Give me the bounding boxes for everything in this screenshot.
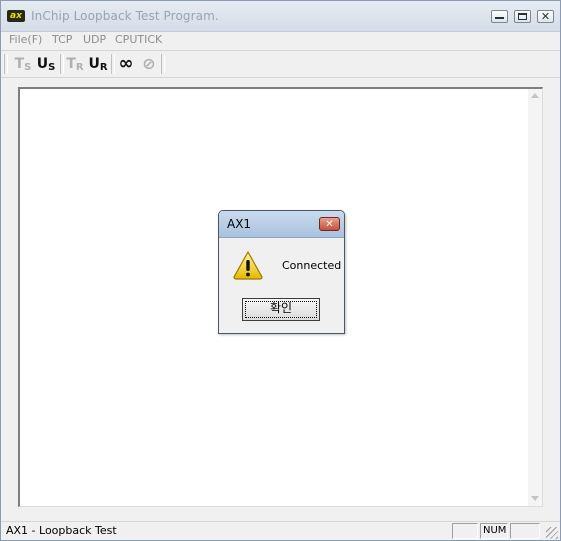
status-pane-num: NUM: [480, 523, 508, 539]
resize-grip[interactable]: [546, 527, 558, 539]
maximize-icon: [518, 13, 527, 20]
menu-bar: File(F) TCP UDP CPUTICK: [1, 32, 560, 50]
udp-server-icon: US: [36, 56, 56, 73]
close-icon: ✕: [540, 10, 551, 23]
tcp-receive-icon: TR: [66, 56, 84, 73]
loop-button[interactable]: ∞: [115, 53, 137, 75]
dialog-close-button[interactable]: ✕: [319, 217, 340, 231]
close-button[interactable]: ✕: [537, 10, 554, 23]
maximize-button[interactable]: [514, 10, 531, 23]
warning-icon: [233, 251, 263, 280]
udp-server-button[interactable]: US: [35, 53, 57, 75]
tcp-server-button[interactable]: TS: [12, 53, 34, 75]
tcp-server-icon: TS: [14, 56, 32, 73]
loop-icon: ∞: [118, 53, 134, 74]
scroll-down-icon[interactable]: [531, 496, 539, 501]
stop-button[interactable]: ⊘: [138, 53, 160, 75]
toolbar: TS US TR UR ∞ ⊘: [1, 50, 560, 78]
close-icon: ✕: [325, 219, 334, 230]
app-logo-icon: ax: [7, 10, 25, 22]
udp-receive-icon: UR: [88, 56, 108, 73]
toolbar-separator: [161, 54, 165, 74]
status-text: AX1 - Loopback Test: [6, 524, 117, 537]
tcp-receive-button[interactable]: TR: [64, 53, 86, 75]
minimize-icon: [495, 12, 504, 19]
message-dialog: AX1 ✕ Connected 확인: [218, 210, 345, 334]
menu-file[interactable]: File(F): [9, 33, 42, 46]
status-bar: AX1 - Loopback Test NUM: [1, 521, 560, 540]
scroll-up-icon[interactable]: [531, 93, 539, 98]
minimize-button[interactable]: [491, 10, 508, 23]
status-pane-cap: [452, 523, 478, 539]
menu-udp[interactable]: UDP: [83, 33, 106, 46]
menu-tcp[interactable]: TCP: [52, 33, 72, 46]
window-title: InChip Loopback Test Program.: [31, 9, 219, 23]
dialog-title: AX1: [227, 217, 252, 231]
title-bar: ax InChip Loopback Test Program. ✕: [1, 1, 560, 32]
ok-button[interactable]: 확인: [242, 298, 320, 321]
toolbar-grip: [4, 54, 8, 74]
status-pane-scrl: [510, 523, 540, 539]
dialog-title-bar: AX1 ✕: [219, 211, 344, 238]
udp-receive-button[interactable]: UR: [87, 53, 109, 75]
dialog-message: Connected: [282, 259, 342, 272]
stop-icon: ⊘: [142, 54, 156, 73]
menu-cputick[interactable]: CPUTICK: [115, 33, 162, 46]
vertical-scrollbar[interactable]: [528, 89, 542, 506]
main-window: ax InChip Loopback Test Program. ✕ File(…: [0, 0, 561, 541]
focus-rect: [245, 301, 317, 318]
